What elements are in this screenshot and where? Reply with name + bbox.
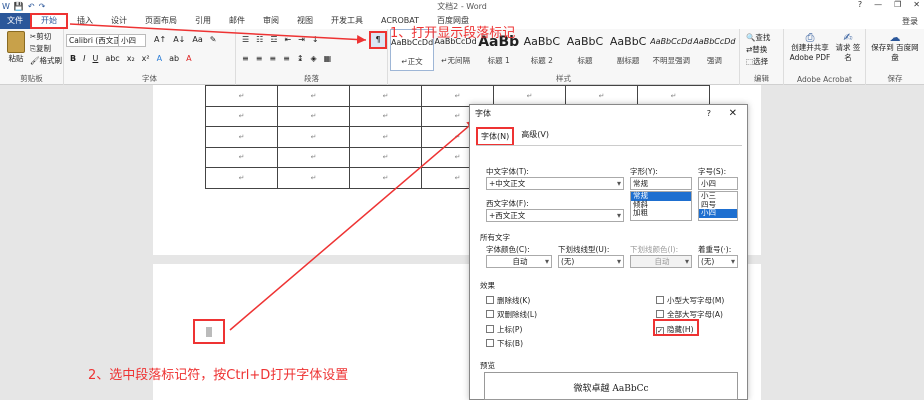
underline-color-label: 下划线颜色(I): — [630, 245, 679, 254]
font-size-list[interactable]: 小三 四号 小四 — [698, 191, 738, 221]
arrow-to-dialog — [229, 119, 477, 331]
all-text-heading: 所有文字 — [480, 233, 510, 242]
checkbox-box — [656, 296, 664, 304]
font-size-input[interactable]: 小四 — [698, 177, 738, 190]
underline-label: 下划线线型(U): — [558, 245, 610, 254]
dialog-title: 字体 — [475, 109, 491, 118]
annotation-arrows — [69, 23, 679, 400]
strikethrough-checkbox[interactable]: 删除线(K) — [486, 295, 530, 306]
font-style-input[interactable]: 常规 — [630, 177, 692, 190]
small-caps-checkbox[interactable]: 小型大写字母(M) — [656, 295, 724, 306]
west-font-select[interactable]: +西文正文 — [486, 209, 624, 222]
subscript-checkbox[interactable]: 下标(B) — [486, 338, 523, 349]
effects-heading: 效果 — [480, 281, 495, 290]
font-color-select[interactable]: 自动 — [486, 255, 552, 268]
tab-font[interactable]: 字体(N) — [476, 127, 515, 146]
underline-color-select: 自动 — [630, 255, 692, 268]
font-style-option[interactable]: 加粗 — [631, 208, 691, 218]
double-strikethrough-checkbox[interactable]: 双删除线(L) — [486, 309, 537, 320]
font-color-label: 字体颜色(C): — [486, 245, 530, 254]
dialog-help-button[interactable]: ? — [707, 105, 711, 123]
hidden-checkbox-highlight — [653, 319, 699, 336]
dialog-close-button[interactable]: ✕ — [729, 105, 737, 123]
font-size-option[interactable]: 小四 — [699, 208, 737, 218]
tab-advanced[interactable]: 高级(V) — [518, 127, 552, 146]
preview-heading: 预览 — [480, 361, 495, 370]
arrow-to-format-button — [69, 23, 367, 45]
underline-select[interactable]: (无) — [558, 255, 624, 268]
cn-font-select[interactable]: +中文正文 — [486, 177, 624, 190]
checkbox-box — [656, 310, 664, 318]
font-style-list[interactable]: 常规 倾斜 加粗 — [630, 191, 692, 221]
emphasis-select[interactable]: (无) — [698, 255, 738, 268]
checkbox-box — [486, 310, 494, 318]
font-style-label: 字形(Y): — [630, 167, 658, 176]
checkbox-box — [486, 296, 494, 304]
checkbox-box — [486, 339, 494, 347]
emphasis-label: 着重号(·): — [698, 245, 732, 254]
cn-font-label: 中文字体(T): — [486, 167, 529, 176]
font-size-label: 字号(S): — [698, 167, 727, 176]
checkbox-box — [486, 325, 494, 333]
font-dialog: 字体 ? ✕ 字体(N) 高级(V) 中文字体(T): +中文正文 字形(Y):… — [469, 104, 748, 400]
superscript-checkbox[interactable]: 上标(P) — [486, 324, 522, 335]
west-font-label: 西文字体(F): — [486, 199, 529, 208]
dialog-header: 字体 ? ✕ — [470, 105, 747, 123]
dialog-body: 中文字体(T): +中文正文 字形(Y): 常规 常规 倾斜 加粗 字号(S):… — [476, 145, 742, 395]
preview-box: 微软卓越 AaBbCc — [484, 372, 738, 400]
